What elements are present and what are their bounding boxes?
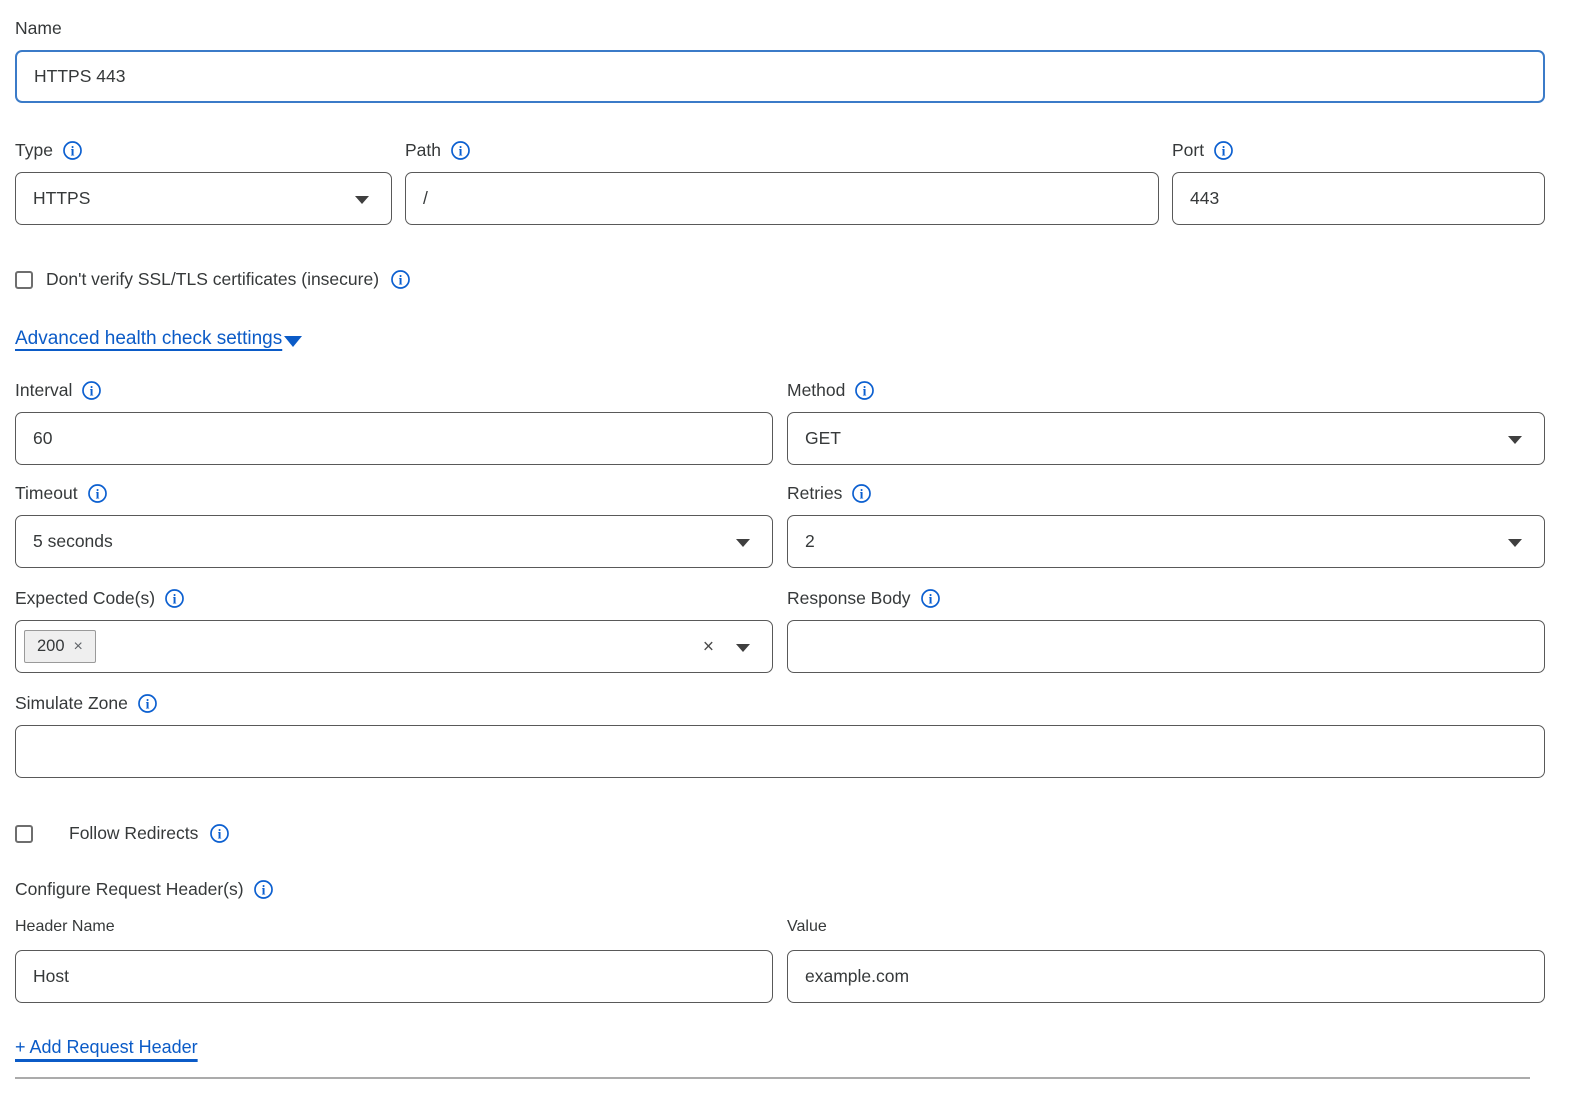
method-label-row: Method i xyxy=(787,380,1545,401)
info-icon[interactable]: i xyxy=(920,588,941,609)
response-body-input[interactable] xyxy=(787,620,1545,673)
svg-text:i: i xyxy=(95,486,99,501)
name-input[interactable] xyxy=(15,50,1545,103)
chevron-down-icon xyxy=(355,196,369,204)
response-body-label-row: Response Body i xyxy=(787,588,1545,609)
interval-label-row: Interval i xyxy=(15,380,773,401)
ssl-verify-label: Don't verify SSL/TLS certificates (insec… xyxy=(46,269,379,290)
health-check-form: Name Type i HTTPS Path i xyxy=(0,0,1570,1079)
chevron-down-icon xyxy=(736,644,750,652)
header-value-label-row: Value xyxy=(787,918,1545,936)
port-input[interactable] xyxy=(1172,172,1545,225)
add-request-header-link[interactable]: + Add Request Header xyxy=(15,1037,198,1057)
header-name-label: Header Name xyxy=(15,918,115,936)
simulate-zone-row: Simulate Zone i xyxy=(15,693,1545,778)
request-headers-section-label: Configure Request Header(s) xyxy=(15,879,244,900)
method-label: Method xyxy=(787,380,845,401)
svg-text:i: i xyxy=(928,591,932,606)
info-icon[interactable]: i xyxy=(87,483,108,504)
svg-text:i: i xyxy=(173,591,177,606)
retries-label-row: Retries i xyxy=(787,483,1545,504)
response-body-label: Response Body xyxy=(787,588,911,609)
chevron-down-icon xyxy=(284,336,302,347)
follow-redirects-checkbox[interactable] xyxy=(15,825,33,843)
header-name-value-row: Header Name Value xyxy=(15,918,1545,1003)
info-icon[interactable]: i xyxy=(164,588,185,609)
name-label: Name xyxy=(15,18,62,39)
svg-text:i: i xyxy=(1222,143,1226,158)
expected-codes-multiselect[interactable]: 200 × × xyxy=(15,620,773,673)
header-name-input[interactable] xyxy=(15,950,773,1003)
request-headers-section-row: Configure Request Header(s) i xyxy=(15,879,1545,900)
expected-code-tag: 200 × xyxy=(24,630,96,663)
port-label-row: Port i xyxy=(1172,140,1545,161)
info-icon[interactable]: i xyxy=(450,140,471,161)
type-path-port-row: Type i HTTPS Path i Port xyxy=(15,140,1545,225)
svg-text:i: i xyxy=(218,826,222,841)
simulate-zone-label-row: Simulate Zone i xyxy=(15,693,1545,714)
simulate-zone-input[interactable] xyxy=(15,725,1545,778)
interval-method-row: Interval i Method i GET xyxy=(15,380,1545,465)
svg-text:i: i xyxy=(261,882,265,897)
timeout-select[interactable]: 5 seconds xyxy=(15,515,773,568)
port-label: Port xyxy=(1172,140,1204,161)
clear-all-icon[interactable]: × xyxy=(703,637,714,656)
info-icon[interactable]: i xyxy=(209,823,230,844)
type-label-row: Type i xyxy=(15,140,392,161)
info-icon[interactable]: i xyxy=(854,380,875,401)
type-label: Type xyxy=(15,140,53,161)
type-select[interactable]: HTTPS xyxy=(15,172,392,225)
header-value-label: Value xyxy=(787,918,827,936)
info-icon[interactable]: i xyxy=(62,140,83,161)
svg-text:i: i xyxy=(90,383,94,398)
svg-text:i: i xyxy=(860,486,864,501)
follow-redirects-row: Follow Redirects i xyxy=(15,823,1545,844)
path-label: Path xyxy=(405,140,441,161)
section-divider xyxy=(15,1077,1530,1079)
advanced-settings-row: Advanced health check settings xyxy=(15,328,1545,350)
retries-label: Retries xyxy=(787,483,842,504)
info-icon[interactable]: i xyxy=(253,879,274,900)
info-icon[interactable]: i xyxy=(390,269,411,290)
method-select-value: GET xyxy=(805,428,841,449)
method-select[interactable]: GET xyxy=(787,412,1545,465)
retries-select-value: 2 xyxy=(805,531,815,552)
info-icon[interactable]: i xyxy=(1213,140,1234,161)
timeout-label-row: Timeout i xyxy=(15,483,773,504)
timeout-select-value: 5 seconds xyxy=(33,531,113,552)
info-icon[interactable]: i xyxy=(81,380,102,401)
advanced-settings-link[interactable]: Advanced health check settings xyxy=(15,328,282,350)
remove-tag-icon[interactable]: × xyxy=(74,639,83,655)
follow-redirects-label: Follow Redirects xyxy=(69,823,198,844)
add-header-row: + Add Request Header xyxy=(15,1037,1545,1058)
type-select-value: HTTPS xyxy=(33,188,90,209)
ssl-verify-row: Don't verify SSL/TLS certificates (insec… xyxy=(15,269,1545,290)
retries-select[interactable]: 2 xyxy=(787,515,1545,568)
chevron-down-icon xyxy=(1508,539,1522,547)
codes-body-row: Expected Code(s) i 200 × × Response Body… xyxy=(15,588,1545,673)
info-icon[interactable]: i xyxy=(851,483,872,504)
timeout-label: Timeout xyxy=(15,483,78,504)
path-label-row: Path i xyxy=(405,140,1159,161)
info-icon[interactable]: i xyxy=(137,693,158,714)
timeout-retries-row: Timeout i 5 seconds Retries i 2 xyxy=(15,483,1545,568)
svg-text:i: i xyxy=(863,383,867,398)
expected-codes-label-row: Expected Code(s) i xyxy=(15,588,773,609)
interval-label: Interval xyxy=(15,380,72,401)
name-label-row: Name xyxy=(15,18,1545,39)
header-value-input[interactable] xyxy=(787,950,1545,1003)
svg-text:i: i xyxy=(71,143,75,158)
ssl-verify-checkbox[interactable] xyxy=(15,271,33,289)
svg-text:i: i xyxy=(459,143,463,158)
simulate-zone-label: Simulate Zone xyxy=(15,693,128,714)
expected-code-tag-value: 200 xyxy=(37,637,65,656)
chevron-down-icon xyxy=(1508,436,1522,444)
path-input[interactable] xyxy=(405,172,1159,225)
header-name-label-row: Header Name xyxy=(15,918,773,936)
expected-codes-label: Expected Code(s) xyxy=(15,588,155,609)
svg-text:i: i xyxy=(399,272,403,287)
chevron-down-icon xyxy=(736,539,750,547)
interval-input[interactable] xyxy=(15,412,773,465)
svg-text:i: i xyxy=(145,696,149,711)
